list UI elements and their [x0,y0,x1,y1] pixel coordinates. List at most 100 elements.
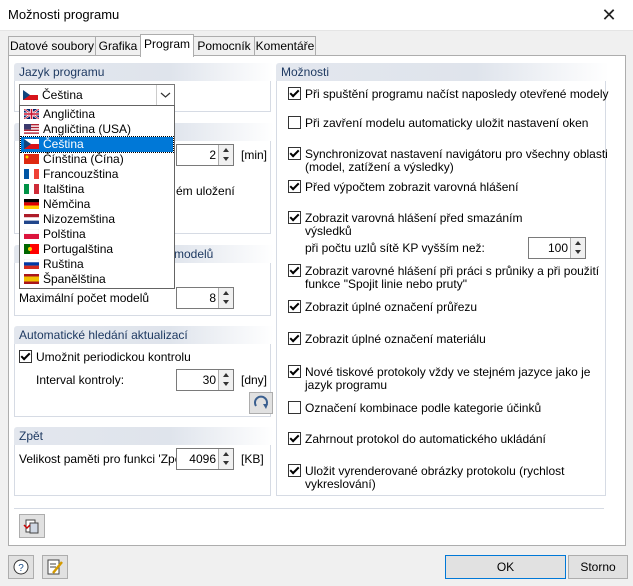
autosave-interval-value: 2 [209,148,216,162]
germany-flag-icon [24,199,39,209]
tab-graphics[interactable]: Grafika [95,36,141,55]
italy-flag-icon [24,184,39,194]
option-label-save-rendered: Uložit vyrenderované obrázky protokolu (… [305,464,565,478]
language-group-header: Jazyk programu [14,63,274,81]
option-checkbox-report-language[interactable] [288,365,301,378]
language-option[interactable]: Angličtina (USA) [21,122,173,137]
max-models-stepper[interactable]: 8 [176,287,234,309]
option-label-warn-delete-results-2: výsledků [305,224,352,238]
language-option[interactable]: Španělština [21,272,173,287]
reset-icon [23,519,39,534]
netherlands-flag-icon [24,214,39,224]
option-checkbox-sync-navigator[interactable] [288,147,301,160]
china-flag-icon [24,154,39,164]
czech-flag-icon [23,90,38,100]
option-checkbox-report-autosave[interactable] [288,432,301,445]
option-checkbox-open-last[interactable] [288,87,301,100]
autosave-partial-label: ém uložení [176,184,235,198]
russia-flag-icon [24,259,39,269]
option-checkbox-full-material[interactable] [288,332,301,345]
portugal-flag-icon [24,244,39,254]
option-label-full-material: Zobrazit úplné označení materiálu [305,332,486,346]
option-label-warn-delete-results: Zobrazit varovná hlášení před smazáním [305,211,523,225]
interval-label: Interval kontroly: [36,373,125,387]
spin-arrows-icon[interactable] [218,370,233,390]
option-label-full-section: Zobrazit úplné označení průřezu [305,300,478,314]
france-flag-icon [24,169,39,179]
spin-arrows-icon[interactable] [218,449,233,469]
usa-flag-icon [24,124,39,134]
undo-memory-label: Velikost paměti pro funkci 'Zpět': [19,452,191,466]
option-label-combination-category: Označení kombinace podle kategorie účink… [305,401,542,415]
node-count-stepper[interactable]: 100 [528,237,586,259]
language-option[interactable]: Angličtina [21,107,173,122]
language-option[interactable]: Francouzština [21,167,173,182]
help-button[interactable]: ? [8,555,34,579]
models-header-partial: modelů [174,247,214,261]
panel-footer [14,508,604,537]
spain-flag-icon [24,274,39,284]
language-option[interactable]: Polština [21,227,173,242]
language-option[interactable]: Portugalština [21,242,173,257]
tab-program[interactable]: Program [140,34,194,57]
periodic-check-checkbox[interactable] [19,350,32,363]
cancel-button[interactable]: Storno [568,555,628,579]
chevron-down-icon[interactable] [156,85,174,105]
refresh-icon [254,395,268,409]
autosave-interval-stepper[interactable]: 2 [176,144,234,166]
window-title: Možnosti programu [8,7,120,22]
option-checkbox-warn-intersections[interactable] [288,264,301,277]
edit-button[interactable] [42,555,68,579]
option-checkbox-warnings-before-calc[interactable] [288,180,301,193]
close-icon[interactable]: ✕ [594,4,624,26]
node-count-label: při počtu uzlů sítě KP vyšším než: [305,241,485,255]
option-label-report-language-2: jazyk programu [305,378,388,392]
undo-memory-stepper[interactable]: 4096 [176,448,234,470]
option-checkbox-save-rendered[interactable] [288,464,301,477]
edit-icon [47,559,63,575]
option-checkbox-save-windows[interactable] [288,116,301,129]
language-select[interactable]: Čeština [19,84,175,106]
language-dropdown-list[interactable]: Angličtina Angličtina (USA) Čeština Čínš… [19,105,175,289]
options-group-header: Možnosti [276,63,609,81]
tab-comments[interactable]: Komentáře [254,36,316,55]
spin-arrows-icon[interactable] [218,145,233,165]
option-label-save-windows: Při zavření modelu automaticky uložit na… [305,116,589,130]
updates-group-header: Automatické hledání aktualizací [14,326,274,344]
autosave-unit: [min] [241,148,268,162]
poland-flag-icon [24,229,39,239]
max-models-value: 8 [209,291,216,305]
ok-button[interactable]: OK [445,555,566,579]
spin-arrows-icon[interactable] [570,238,585,258]
tab-data-files[interactable]: Datové soubory [8,36,96,55]
language-option[interactable]: Čínština (Čína) [21,152,173,167]
czech-flag-icon [24,139,39,149]
periodic-check-label: Umožnit periodickou kontrolu [36,350,191,364]
option-label-warnings-before-calc: Před výpočtem zobrazit varovná hlášení [305,180,519,194]
option-label-report-autosave: Zahrnout protokol do automatického uklád… [305,432,546,446]
reset-defaults-button[interactable] [19,514,45,538]
language-option[interactable]: Němčina [21,197,173,212]
svg-text:?: ? [18,563,24,574]
language-option[interactable]: Nizozemština [21,212,173,227]
title-bar: Možnosti programu ✕ [0,0,633,31]
help-icon: ? [13,559,29,575]
language-select-value: Čeština [42,88,83,102]
check-interval-stepper[interactable]: 30 [176,369,234,391]
option-checkbox-warn-delete-results[interactable] [288,211,301,224]
option-label-sync-navigator-2: (model, zatížení a výsledky) [305,160,454,174]
check-now-button[interactable] [249,392,273,414]
undo-memory-value: 4096 [189,452,216,466]
max-models-label: Maximální počet modelů [19,291,150,305]
option-label-save-rendered-2: vykreslování) [305,477,376,491]
option-label-warn-intersections: Zobrazit varovné hlášení při práci s prů… [305,264,600,278]
spin-arrows-icon[interactable] [218,288,233,308]
language-option[interactable]: Ruština [21,257,173,272]
option-checkbox-full-section[interactable] [288,300,301,313]
undo-memory-unit: [KB] [241,452,264,466]
uk-flag-icon [24,109,39,119]
language-option-selected[interactable]: Čeština [20,136,174,153]
tab-helper[interactable]: Pomocník [193,36,255,55]
option-checkbox-combination-category[interactable] [288,401,301,414]
language-option[interactable]: Italština [21,182,173,197]
